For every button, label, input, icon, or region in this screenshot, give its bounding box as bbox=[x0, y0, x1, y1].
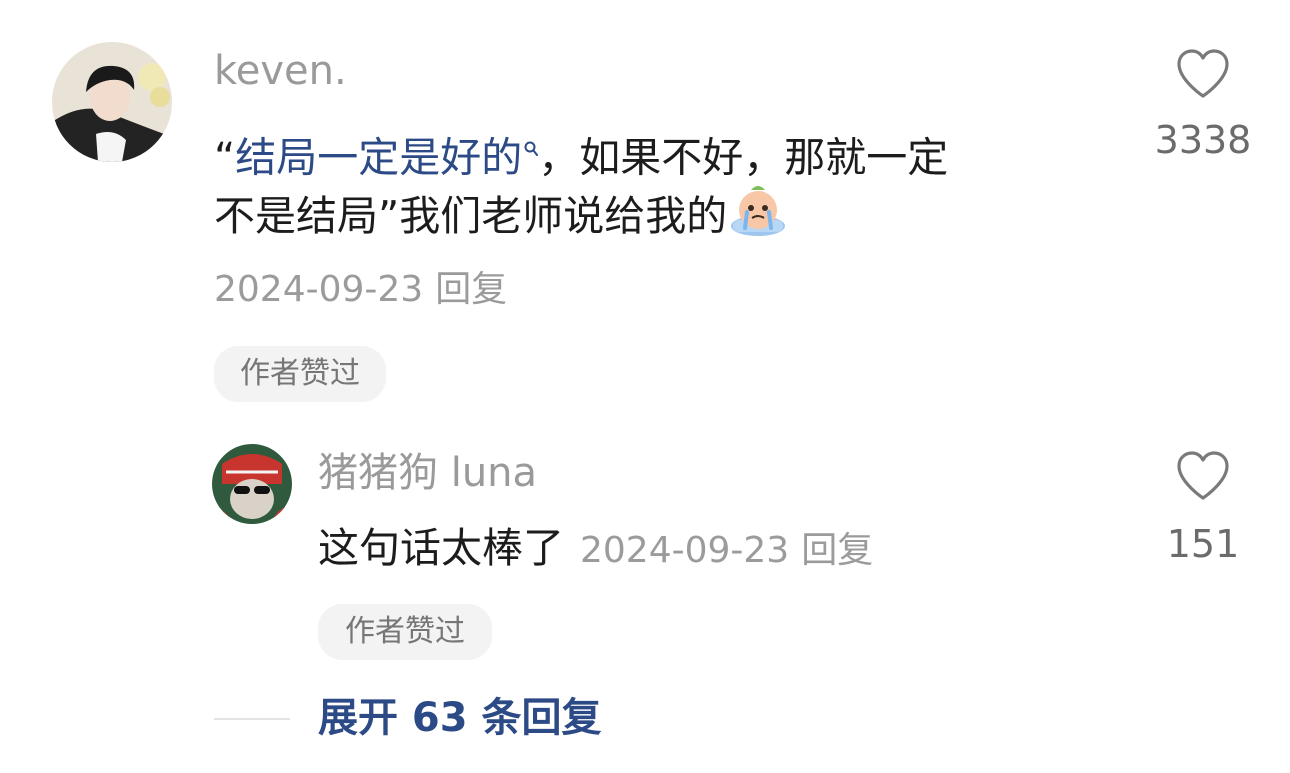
comment-meta: 2024-09-23 回复 bbox=[214, 268, 507, 312]
comment-text-rest: ，如果不好，那就一定 bbox=[538, 133, 949, 182]
comment-like-count: 3338 bbox=[1154, 118, 1252, 162]
quote-open: “ bbox=[214, 133, 236, 182]
reply-author-liked-badge: 作者赞过 bbox=[318, 604, 492, 660]
comment-avatar[interactable] bbox=[52, 42, 172, 162]
comment-author-liked-badge: 作者赞过 bbox=[214, 346, 386, 402]
reply-text-row: 这句话太棒了 2024-09-23 回复 bbox=[318, 520, 873, 585]
comment-date: 2024-09-23 bbox=[214, 269, 424, 310]
comment-like-heart-icon[interactable] bbox=[1175, 48, 1231, 100]
reply-reply-button[interactable]: 回复 bbox=[801, 530, 873, 571]
search-link-text[interactable]: 结局一定是好的 bbox=[235, 134, 522, 182]
reply-text: 这句话太棒了 bbox=[318, 524, 564, 572]
comment-username[interactable]: keven. bbox=[214, 48, 347, 94]
expand-divider bbox=[214, 718, 290, 720]
crying-emoji-icon bbox=[729, 180, 787, 259]
comment-reply-button[interactable]: 回复 bbox=[435, 269, 507, 310]
reply-like-heart-icon[interactable] bbox=[1175, 450, 1231, 502]
reply-like-count: 151 bbox=[1166, 522, 1240, 566]
reply-avatar[interactable] bbox=[212, 444, 292, 524]
search-icon[interactable] bbox=[524, 108, 539, 178]
expand-replies-button[interactable]: 展开 63 条回复 bbox=[318, 690, 602, 746]
reply-username[interactable]: 猪猪狗 luna bbox=[318, 450, 537, 496]
reply-date: 2024-09-23 bbox=[580, 530, 790, 571]
comment-text-line2-content: 不是结局”我们老师说给我的 bbox=[214, 192, 728, 240]
comment-text-line2: 不是结局”我们老师说给我的 bbox=[214, 180, 787, 259]
